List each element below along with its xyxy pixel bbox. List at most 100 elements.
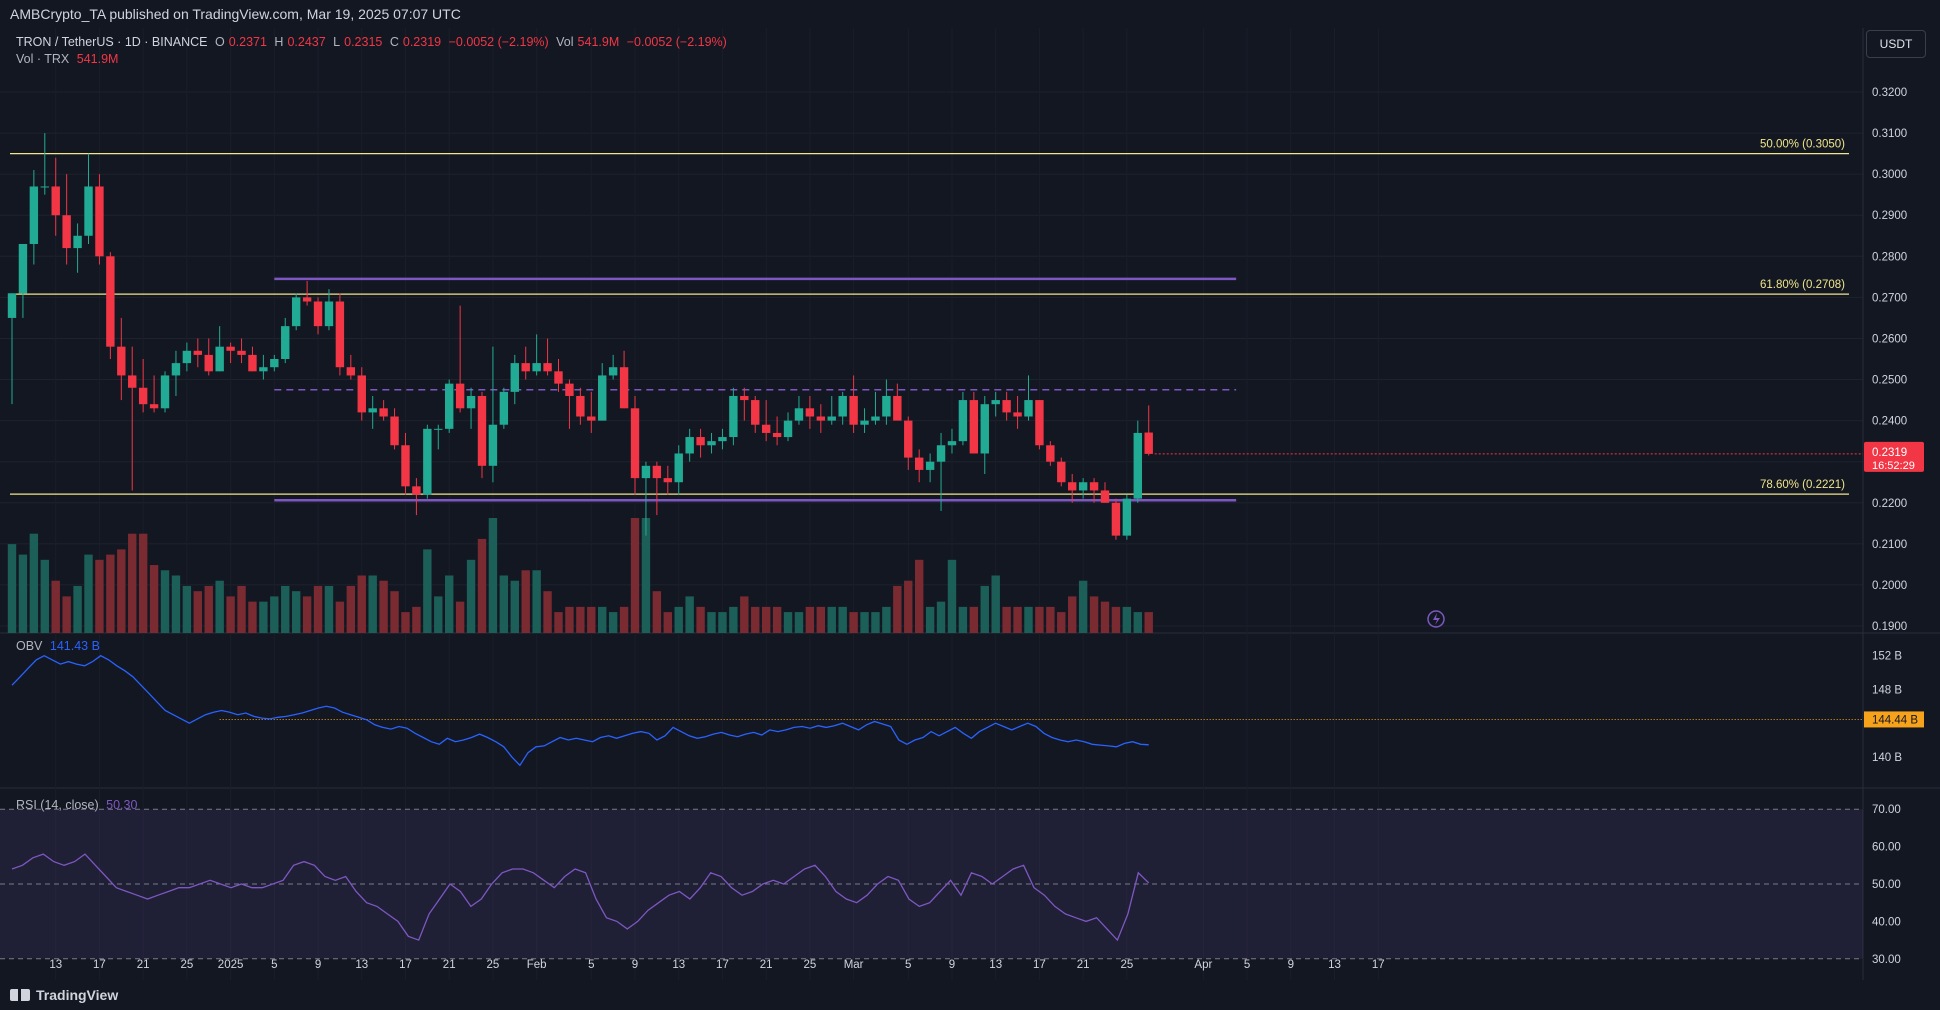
candle-body [838, 395, 847, 417]
volume-bar [281, 585, 290, 633]
volume-bar [587, 606, 596, 633]
obv-tick-label: 148 B [1872, 684, 1902, 696]
rsi-tick-label: 60.00 [1872, 842, 1901, 854]
candle-body [171, 363, 181, 376]
candle-body [576, 395, 585, 417]
candle-body [73, 235, 82, 249]
time-tick-label: 9 [949, 959, 955, 971]
candle-body [1024, 400, 1033, 417]
volume-bar [674, 606, 683, 633]
volume-bar [914, 559, 924, 633]
candle-body [423, 428, 432, 495]
obv-label[interactable]: OBV [16, 639, 42, 653]
volume-bar [1111, 606, 1121, 633]
candle-body [816, 416, 826, 421]
volume-bar [816, 606, 826, 633]
time-tick-label: 17 [1372, 959, 1385, 971]
candle-body [401, 445, 410, 487]
volume-bar [663, 612, 672, 633]
volume-bar [958, 606, 968, 633]
volume-bar [84, 554, 93, 633]
open-label: O [214, 35, 225, 49]
time-tick-label: 25 [180, 959, 193, 971]
candle-body [707, 441, 716, 446]
volume-bar [685, 596, 694, 633]
volume-bar [160, 570, 170, 633]
candle-body [532, 363, 541, 372]
time-tick-label: 2025 [218, 959, 244, 971]
time-tick-label: 25 [803, 959, 816, 971]
volume-bar [346, 585, 356, 633]
candle-body [302, 297, 312, 302]
rsi-tick-label: 40.00 [1872, 916, 1901, 928]
volume-bar [237, 585, 246, 633]
candle-body [379, 408, 388, 417]
obv-legend: OBV 141.43 B [16, 639, 104, 653]
low-label: L [333, 35, 341, 49]
volume-bar [226, 596, 235, 633]
volume-bar [1144, 612, 1153, 633]
candle-body [128, 375, 137, 388]
volume-bar [904, 580, 913, 633]
candle-body [434, 428, 443, 430]
volume-indicator-label[interactable]: Vol · TRX [16, 52, 69, 66]
volume-bar [576, 606, 585, 633]
volume-bar [947, 559, 957, 633]
candle-body [204, 354, 213, 372]
candle-body [685, 437, 694, 454]
candle-body [466, 395, 476, 409]
volume-bar [106, 554, 115, 633]
chart-area[interactable]: 0.3200 0.3100 0.3000 0.2900 0.2800 0.2700 0.26… [0, 28, 1940, 982]
symbol-label[interactable]: TRON / TetherUS · 1D · BINANCE [16, 35, 207, 49]
time-tick-label: 25 [487, 959, 500, 971]
close-value: 0.2319 [402, 35, 442, 49]
volume-bar [40, 559, 49, 633]
volume-bar [1133, 612, 1142, 633]
price-tick-label: 0.2600 [1872, 333, 1907, 345]
rsi-label[interactable]: RSI (14, close) [16, 798, 99, 812]
volume-bar [259, 601, 268, 633]
volume-bar [466, 559, 476, 633]
price-tick-label: 0.2500 [1872, 375, 1907, 387]
candle-body [641, 465, 651, 479]
volume-bar [182, 585, 192, 633]
high-label: H [274, 35, 284, 49]
candle-body [237, 350, 246, 355]
tradingview-logo[interactable]: TradingView [10, 987, 118, 1003]
candle-body [1068, 482, 1077, 491]
price-tick-label: 0.3200 [1872, 87, 1907, 99]
volume-bar [499, 575, 509, 633]
fib-level-label: 78.60% (0.2221) [1760, 479, 1845, 491]
candle-body [805, 408, 815, 417]
currency-button[interactable]: USDT [1866, 30, 1926, 58]
change-value: −0.0052 (−2.19%) [448, 35, 549, 49]
candle-body [1100, 490, 1110, 503]
candle-body [226, 346, 235, 351]
publisher-text: AMBCrypto_TA published on TradingView.co… [10, 6, 461, 22]
candle-body [598, 375, 607, 421]
volume-indicator-value: 541.9M [76, 52, 119, 66]
candle-body [554, 371, 563, 384]
volume-bar [707, 612, 716, 633]
candle-body [259, 367, 268, 372]
candle-body [510, 363, 519, 392]
price-tick-label: 0.2100 [1872, 539, 1907, 551]
candle-body [882, 395, 891, 417]
volume-bar [138, 533, 148, 633]
candle-body [783, 420, 793, 438]
volume-bar [1100, 601, 1110, 633]
volume-bar [608, 612, 618, 633]
candle-body [62, 215, 71, 249]
volume-bar [980, 585, 989, 633]
obv-tick-label: 152 B [1872, 651, 1902, 663]
time-tick-label: 17 [93, 959, 106, 971]
low-value: 0.2315 [344, 35, 383, 49]
candle-body [357, 375, 366, 413]
volume-bar [521, 570, 530, 633]
time-tick-label: 25 [1120, 959, 1133, 971]
candle-body [740, 395, 749, 401]
volume-bar [1122, 606, 1132, 633]
volume-bar [860, 612, 869, 633]
obv-level-label: 144.44 B [1872, 714, 1918, 726]
volume-bar [302, 596, 312, 633]
